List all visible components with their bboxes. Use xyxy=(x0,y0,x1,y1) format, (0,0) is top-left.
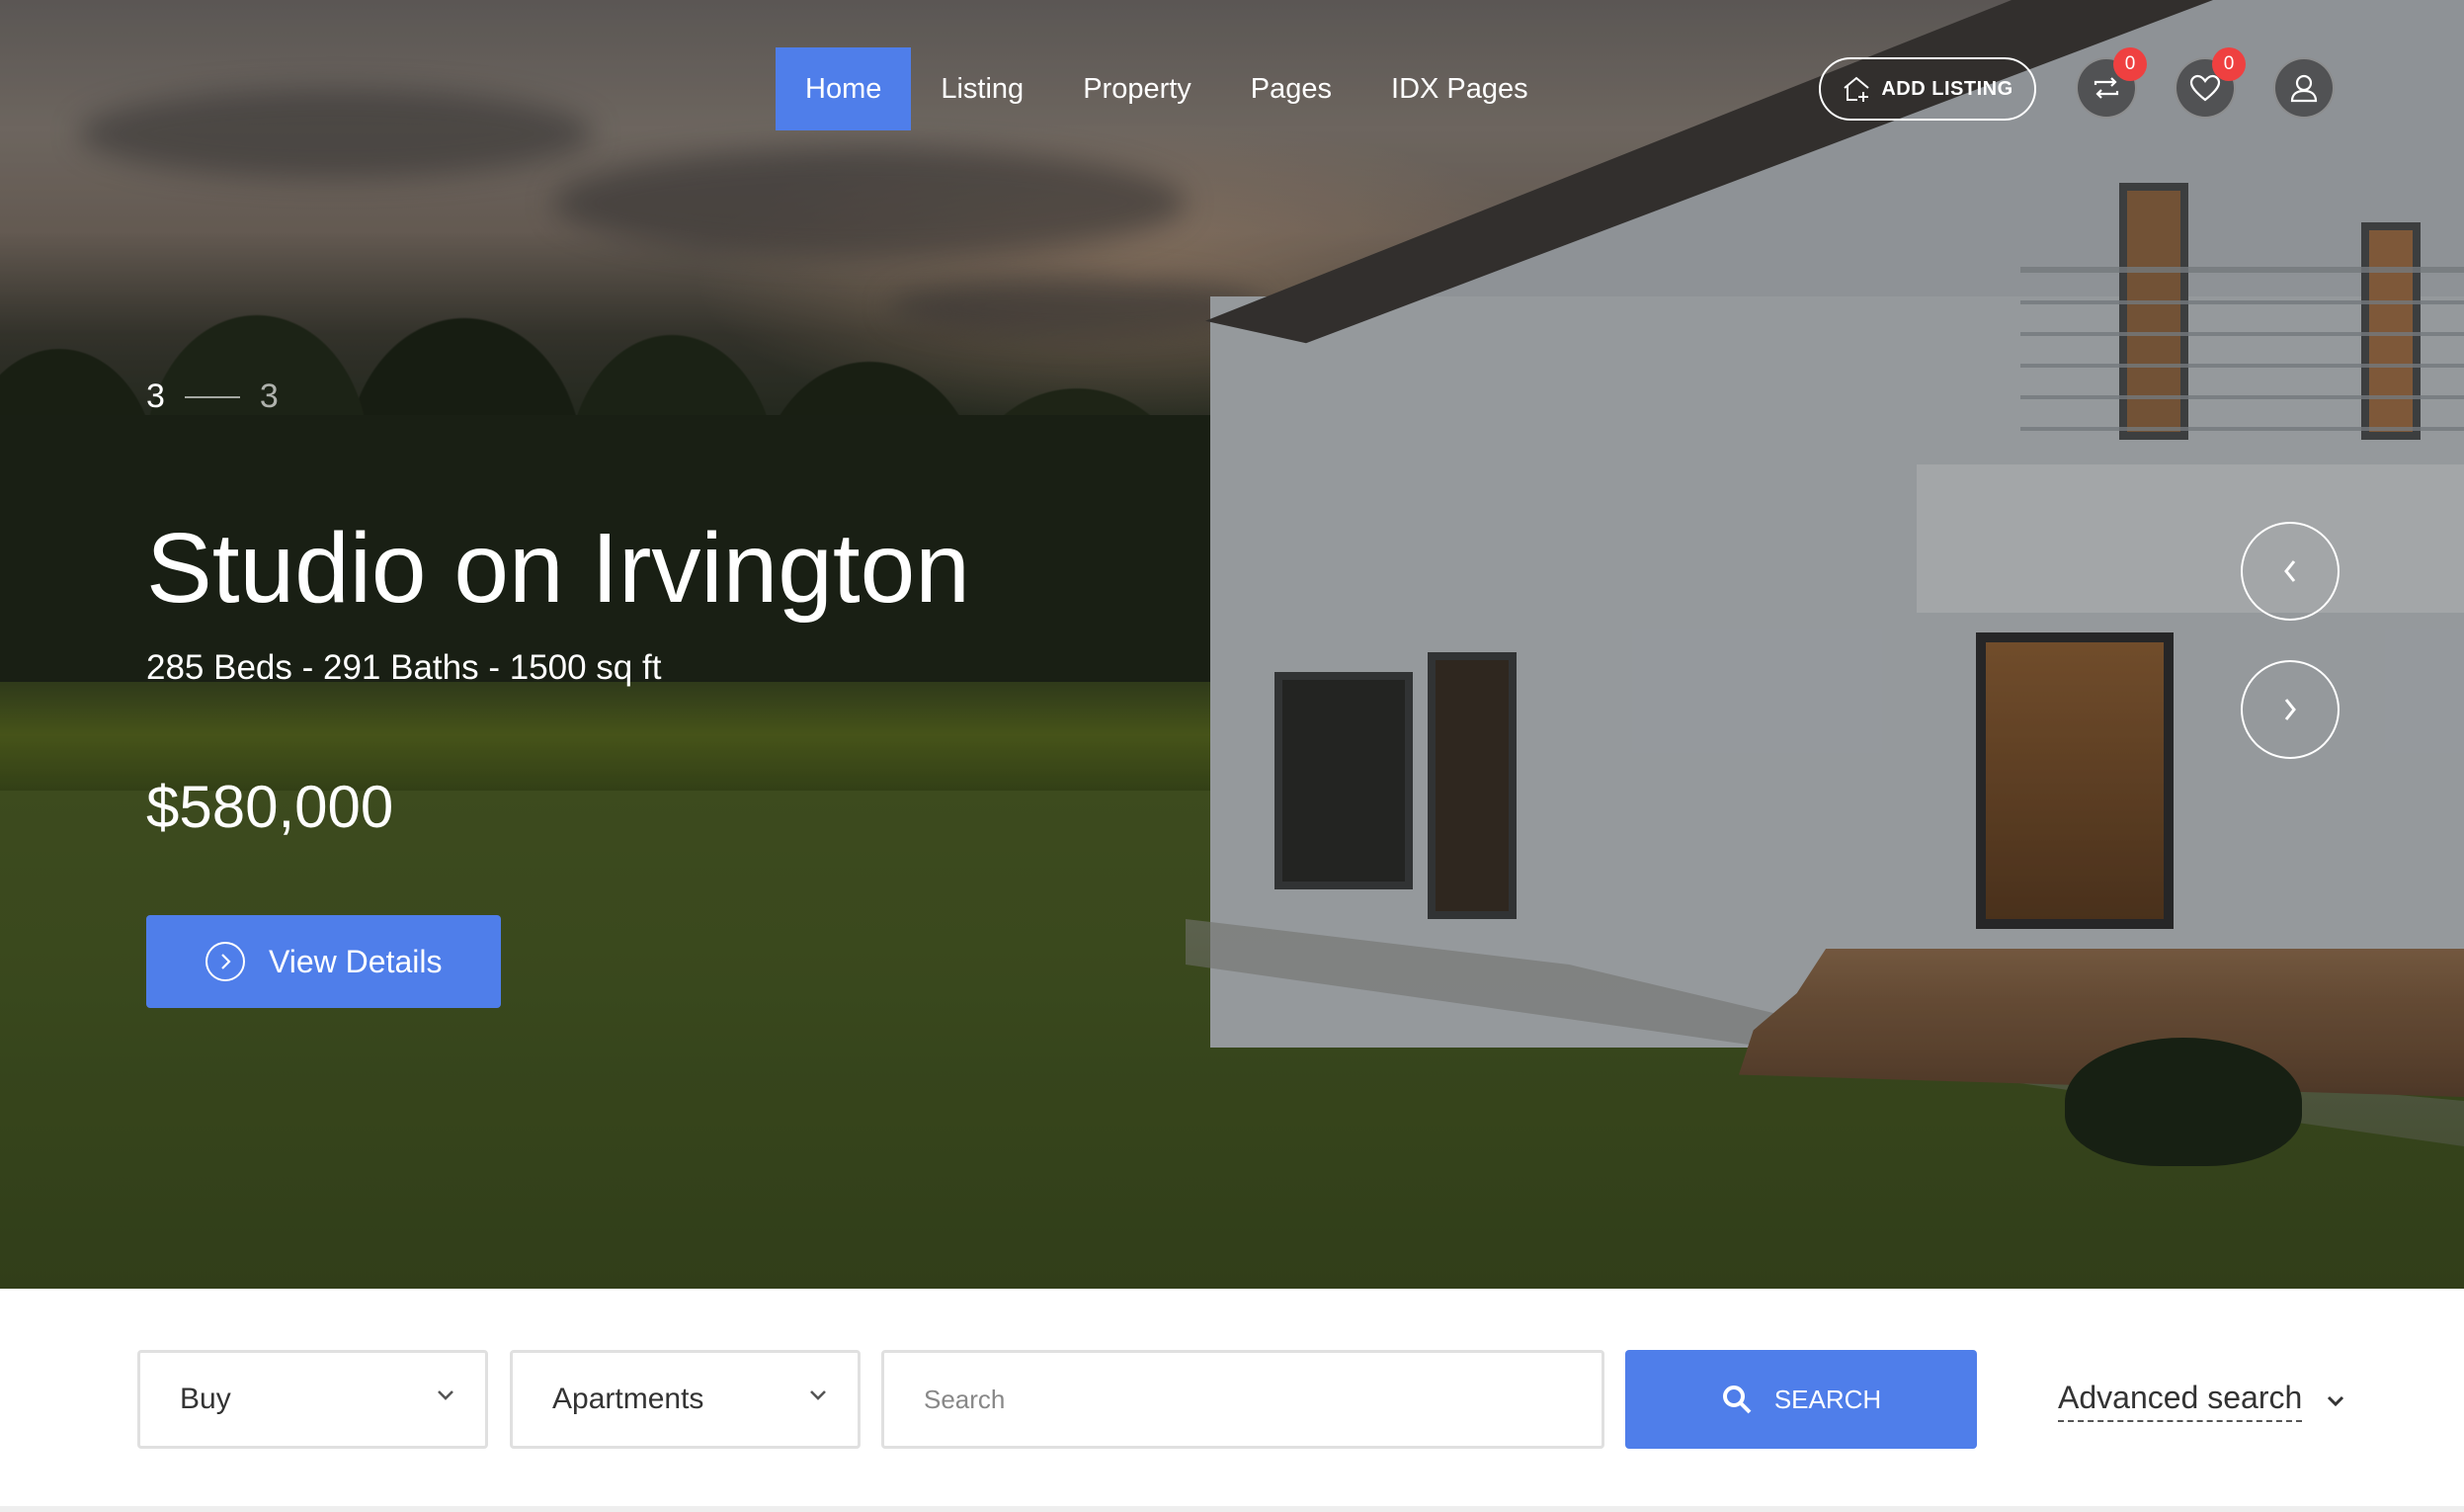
nav-item-home[interactable]: Home xyxy=(776,47,912,130)
chevron-right-icon xyxy=(2284,699,2296,720)
slide-counter: 3 3 xyxy=(146,378,279,416)
slide-total: 3 xyxy=(259,378,279,415)
search-button[interactable]: SEARCH xyxy=(1625,1350,1977,1449)
listing-type-select[interactable]: Buy xyxy=(137,1350,488,1449)
favorites-count-badge: 0 xyxy=(2212,47,2246,81)
slide-counter-divider xyxy=(184,395,240,398)
property-meta: 285 Beds - 291 Baths - 1500 sq ft xyxy=(146,648,662,687)
slider-next-button[interactable] xyxy=(2241,660,2340,759)
slide-current: 3 xyxy=(146,378,165,415)
chevron-down-icon xyxy=(2328,1395,2344,1406)
hero-slider xyxy=(0,0,2464,1289)
nav-item-listing[interactable]: Listing xyxy=(911,47,1053,130)
divider xyxy=(0,1506,2464,1512)
search-input[interactable] xyxy=(881,1350,1604,1449)
property-category-select[interactable]: Apartments xyxy=(510,1350,861,1449)
advanced-search-label: Advanced search xyxy=(2058,1380,2303,1422)
add-listing-button[interactable]: ADD LISTING xyxy=(1819,57,2036,121)
nav-item-idx-pages[interactable]: IDX Pages xyxy=(1361,47,1558,130)
search-button-label: SEARCH xyxy=(1773,1384,1882,1414)
nav-item-property[interactable]: Property xyxy=(1053,47,1221,130)
chevron-down-icon xyxy=(810,1390,826,1400)
add-listing-label: ADD LISTING xyxy=(1881,77,2013,100)
user-icon xyxy=(2290,74,2318,103)
chevron-left-icon xyxy=(2284,560,2296,582)
chevron-circle-right-icon xyxy=(205,942,245,981)
account-button[interactable] xyxy=(2273,57,2335,119)
view-details-button[interactable]: View Details xyxy=(146,915,501,1008)
heart-icon xyxy=(2189,74,2221,102)
hero-overlay xyxy=(0,0,2464,1289)
view-details-label: View Details xyxy=(269,943,443,979)
property-title: Studio on Irvington xyxy=(146,513,970,624)
search-icon xyxy=(1722,1386,1752,1414)
search-bar: Buy Apartments SEARCH Advanced search xyxy=(0,1289,2464,1512)
slider-prev-button[interactable] xyxy=(2241,522,2340,621)
favorites-button[interactable]: 0 xyxy=(2175,47,2246,119)
main-nav: Home Listing Property Pages IDX Pages xyxy=(776,47,1558,130)
property-category-value: Apartments xyxy=(552,1383,704,1415)
house-plus-icon xyxy=(1844,76,1869,102)
compare-count-badge: 0 xyxy=(2113,47,2147,81)
chevron-down-icon xyxy=(438,1390,453,1400)
property-price: $580,000 xyxy=(146,774,394,840)
advanced-search-toggle[interactable]: Advanced search xyxy=(2058,1380,2345,1422)
nav-item-pages[interactable]: Pages xyxy=(1221,47,1361,130)
listing-type-value: Buy xyxy=(180,1383,231,1415)
compare-arrows-icon xyxy=(2094,77,2119,99)
compare-button[interactable]: 0 xyxy=(2076,47,2147,119)
